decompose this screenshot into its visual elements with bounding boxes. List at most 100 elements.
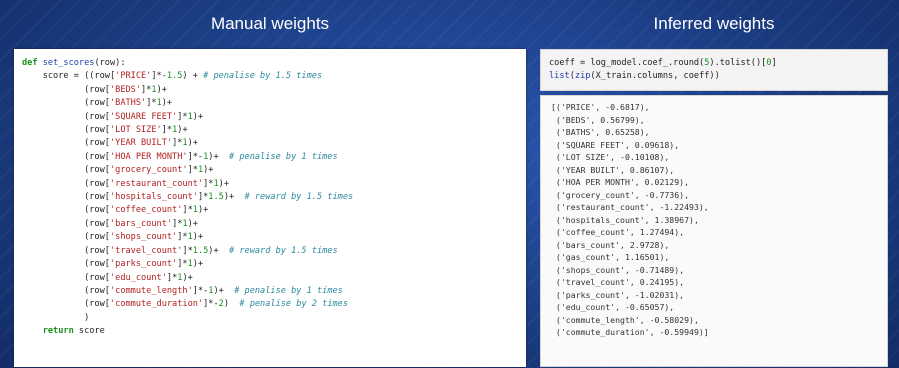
code-token: (row[ [22,259,110,270]
code-token: ]* [177,259,188,270]
manual-code-line: (row['LOT SIZE']*1)+ [22,124,353,137]
manual-code-line: score = ((row['PRICE']*-1.5) + # penalis… [22,70,353,83]
code-token: ]* [172,138,183,149]
code-token: ] [771,58,777,68]
notebook-input-cell[interactable]: : coeff = log_model.coef_.round(5).tolis… [540,49,888,91]
code-token: (row[ [22,299,110,310]
output-line: ('coffee_count', 1.27494), [551,227,685,237]
code-token: 'BEDS' [109,84,142,95]
output-line: ('parks_count', -1.02031), [551,289,685,300]
code-token: (X_train.columns, coeff)) [590,71,720,82]
input-code: coeff = log_model.coef_.round(5).tolist(… [549,57,777,84]
manual-code-line: (row['BATHS']*1)+ [22,97,353,110]
output-line: ('hospitals_count', 1.38967), [551,214,699,225]
output-line: ('LOT SIZE', -0.10108), [551,152,670,162]
output-line: [('PRICE', -0.6817), [551,102,650,112]
code-token: )+ [182,272,193,283]
manual-code-line: (row['edu_count']*1)+ [22,272,353,285]
code-token: list [549,71,570,82]
code-token: )+ [192,111,204,122]
code-token: ]* [182,245,193,256]
manual-code-line: def set_scores(row): [22,57,353,70]
code-token: 1.5 [166,71,183,82]
code-token: 'commute_length' [109,285,193,296]
code-token: ]* [161,125,173,136]
manual-code-line: (row['BEDS']*1)+ [22,84,353,97]
code-token: 1.5 [192,245,209,256]
output-line: ('SQUARE FEET', 0.09618), [551,139,680,150]
code-token: ]*- [187,151,204,162]
code-token: )+ [208,245,229,256]
output-line: ('BATHS', 0.65258), [551,127,650,137]
code-token: (row[ [22,138,110,149]
code-token: (row[ [22,111,110,122]
manual-code-line: (row['SQUARE FEET']*1)+ [22,111,353,124]
manual-code-line: (row['commute_length']*-1)+ # penalise b… [22,285,353,298]
code-token: ) + [182,71,204,82]
code-token: (row[ [22,285,110,296]
code-token: 'hospitals_count' [109,192,198,203]
code-token: (row[ [22,125,110,136]
code-token: # penalise by 1 times [234,285,343,296]
output-line: ('restaurant_count', -1.22493), [551,202,709,212]
code-token: 'grocery_count' [109,165,188,176]
manual-weights-code-cell[interactable]: def set_scores(row): score = ((row['PRIC… [14,49,526,367]
code-token: (row[ [22,165,110,176]
code-token: ]* [182,205,193,216]
manual-code-line: (row['HOA PER MONTH']*-1)+ # penalise by… [22,151,353,164]
code-token: (row[ [22,98,110,109]
code-token: score = ((row[ [22,71,116,82]
code-token: (row[ [22,232,110,243]
code-token: )+ [208,151,229,162]
code-token: (row[ [22,245,110,256]
code-token: score [73,326,105,337]
output-line: ('grocery_count', -0.7736), [551,189,690,200]
manual-code-line: (row['shops_count']*1)+ [22,231,353,244]
code-token: 'commute_duration' [109,299,204,310]
manual-code-line: return score [22,325,353,338]
code-token: 'parks_count' [109,259,178,270]
inferred-weights-notebook: : coeff = log_model.coef_.round(5).tolis… [540,49,888,367]
manual-code-line: (row['coffee_count']*1)+ [22,204,353,217]
code-token: (row[ [22,272,110,283]
code-token: )+ [161,98,173,109]
code-token: )+ [192,232,204,243]
code-token: 'coffee_count' [109,205,183,216]
input-code-line: list(zip(X_train.columns, coeff)) [549,70,777,83]
manual-code-line: (row['YEAR BUILT']*1)+ [22,137,353,150]
code-token: return [42,326,74,337]
code-token: # penalise by 1.5 times [203,71,323,82]
manual-code-line: ) [22,312,353,325]
manual-code-line: (row['travel_count']*1.5)+ # reward by 1… [22,245,353,258]
code-token: ]* [141,84,152,95]
code-token: 'edu_count' [109,272,167,283]
inferred-weights-title: Inferred weights [653,14,775,33]
output-line: ('YEAR BUILT', 0.86107), [551,164,675,175]
code-token: )+ [203,165,214,176]
code-token: 'shops_count' [109,232,178,243]
manual-code-line: (row['bars_count']*1)+ [22,218,353,231]
code-token: (row[ [22,205,110,216]
code-token: # reward by 1.5 times [244,192,354,203]
code-token: (row): [94,58,126,68]
code-token: ]* [203,178,214,189]
code-token: 'HOA PER MONTH' [109,151,188,162]
manual-code-line: (row['commute_duration']*-2) # penalise … [22,298,353,311]
code-token: (row[ [22,151,110,162]
code-token: 'bars_count' [109,218,173,229]
code-token: )+ [218,178,230,189]
code-token: 'LOT SIZE' [109,125,162,136]
code-token: # reward by 1.5 times [229,245,338,256]
code-token: 'travel_count' [109,245,183,256]
code-token: (row[ [22,218,110,229]
code-token: ).tolist()[ [709,58,767,68]
code-token: 1.5 [208,192,224,203]
code-token: ]* [197,192,209,203]
code-token: ]* [177,111,188,122]
code-token: ]* [177,232,188,243]
manual-weights-code: def set_scores(row): score = ((row['PRIC… [22,57,353,339]
input-code-line: coeff = log_model.coef_.round(5).tolist(… [549,57,777,70]
code-token: def [22,58,43,68]
output-line: ('bars_count', 2.9728), [551,239,670,250]
